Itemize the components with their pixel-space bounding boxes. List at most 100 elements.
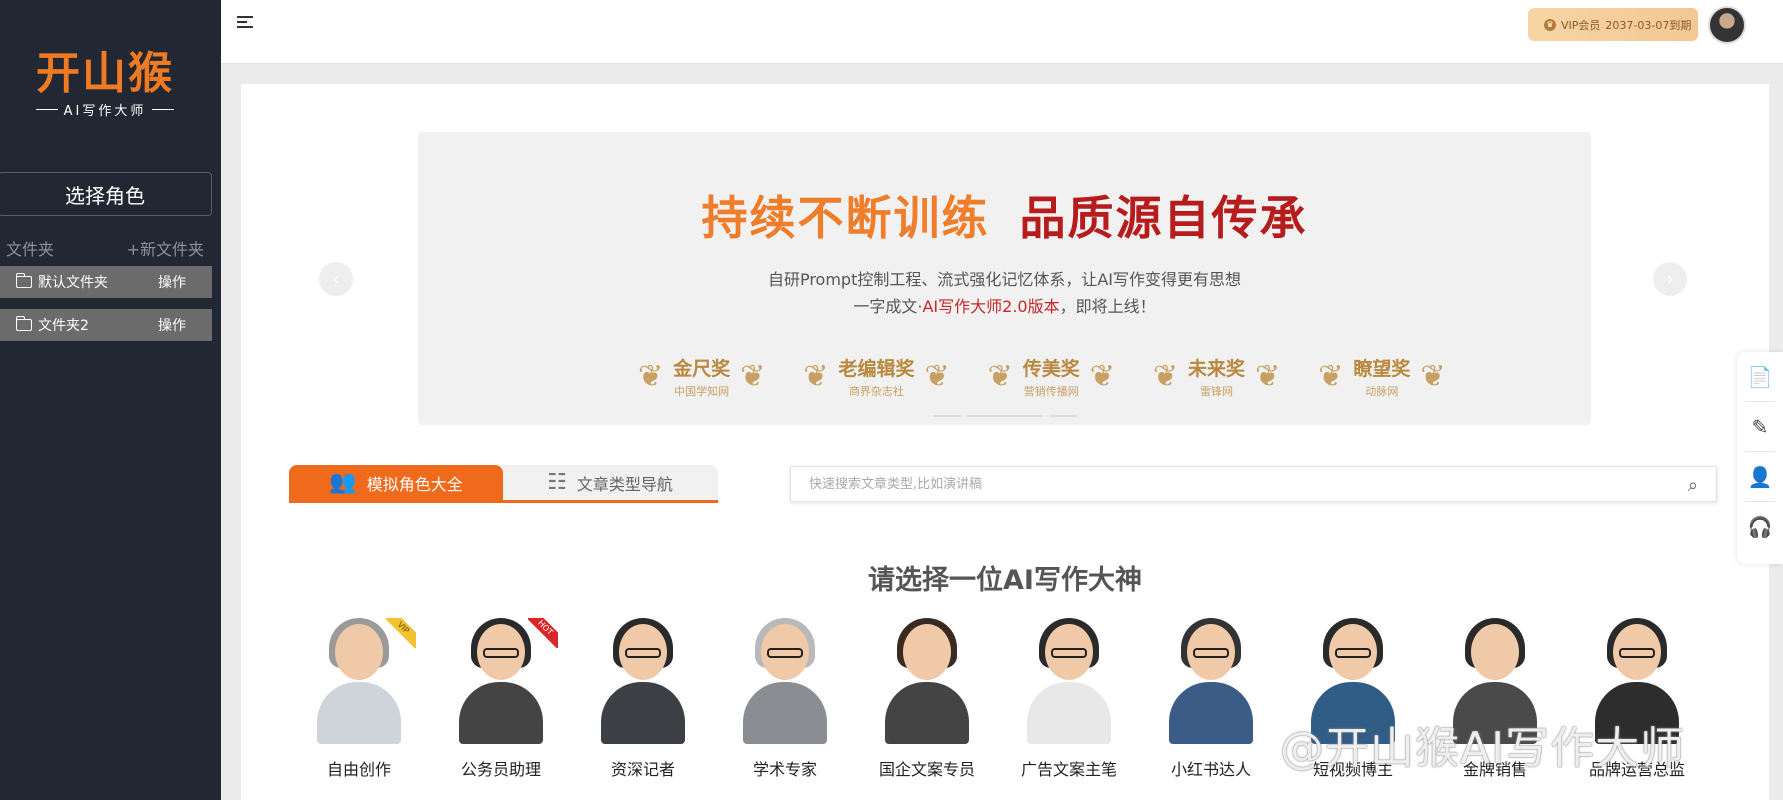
role-card[interactable]: 国企文案专员 (856, 618, 998, 780)
award-name: 老编辑奖 (838, 358, 915, 380)
vip-label: VIP会员 (1561, 18, 1601, 32)
award-name: 金尺奖 (673, 358, 731, 380)
banner-announcement: 一字成文·AI写作大师2.0版本，即将上线！ (418, 293, 1591, 317)
laurel-left-icon: ❦ (803, 358, 829, 394)
award-name: 传美奖 (1022, 358, 1080, 380)
promo-banner[interactable]: 持续不断训练 品质源自传承 自研Prompt控制工程、流式强化记忆体系，让AI写作… (418, 132, 1591, 425)
logo-divider (152, 109, 175, 110)
folder-item-default[interactable]: 默认文件夹 操作 (0, 266, 212, 298)
watermark: @开山猴AI写作大师 (1280, 723, 1686, 774)
laurel-right-icon: ❦ (1255, 358, 1281, 394)
folder-item-2[interactable]: 文件夹2 操作 (0, 309, 212, 341)
folder-icon (15, 316, 32, 331)
role-avatar (737, 618, 833, 744)
floating-toolbar: 📄 ✎ 👤 🎧 (1737, 352, 1783, 564)
laurel-left-icon: ❦ (1152, 358, 1179, 394)
banner-prev-arrow-icon[interactable]: ‹ (319, 262, 353, 296)
document-question-icon[interactable]: 📄 (1745, 352, 1775, 402)
search-input[interactable] (791, 467, 1631, 501)
role-card[interactable]: HOT 公务员助理 (430, 618, 572, 780)
laurel-right-icon: ❦ (1420, 358, 1446, 394)
award-source: 雷锋网 (1200, 385, 1234, 398)
role-avatar (879, 618, 975, 744)
laurel-left-icon: ❦ (1318, 358, 1344, 394)
folder-label: 文件夹 (6, 240, 55, 259)
search-box: ⌕ (790, 466, 1717, 502)
laurel-right-icon: ❦ (740, 358, 766, 394)
role-card[interactable]: 广告文案主笔 (998, 618, 1140, 780)
role-card[interactable]: 小红书达人 (1140, 618, 1282, 780)
banner-title-orange: 持续不断训练 (701, 191, 990, 245)
select-role-button[interactable]: 选择角色 (0, 172, 212, 216)
banner-announcement-suffix: ，即将上线！ (1059, 297, 1156, 316)
role-name: 广告文案主笔 (1020, 760, 1117, 779)
hot-ribbon: HOT (528, 618, 558, 648)
role-name: 资深记者 (610, 760, 675, 779)
users-icon: 👥 (329, 470, 357, 495)
tab-label: 模拟角色大全 (366, 474, 463, 494)
role-card[interactable]: VIP 自由创作 (288, 618, 430, 780)
logo-subtitle: AI写作大师 (0, 100, 210, 119)
award-item: ❦ 传美奖 营销传播网 ❦ (988, 354, 1115, 399)
vip-expiry: 2037-03-07到期 (1605, 18, 1692, 32)
award-item: ❦ 瞭望奖动脉网 ❦ (1318, 354, 1445, 399)
top-header: ♛ VIP会员 2037-03-07到期 (221, 0, 1783, 64)
sidebar: 开山猴 AI写作大师 选择角色 文件夹 +新文件夹 默认文件夹 操作 文件夹2 … (0, 0, 221, 800)
role-name: 小红书达人 (1170, 760, 1251, 779)
award-item: ❦ 金尺奖中国学知网 ❦ (638, 354, 765, 399)
awards-row: ❦ 金尺奖中国学知网 ❦ ❦ 老编辑奖商界杂志社 ❦ ❦ 传美奖营销传播网 ❦ … (638, 354, 1445, 399)
tab-label: 文章类型导航 (576, 474, 673, 494)
folder-name: 文件夹2 (38, 318, 89, 334)
role-card[interactable]: 资深记者 (572, 618, 714, 780)
folder-name: 默认文件夹 (38, 275, 108, 291)
vip-crown-icon: ♛ (1544, 18, 1556, 31)
laurel-left-icon: ❦ (987, 358, 1013, 394)
banner-announcement-prefix: 一字成文· (853, 297, 923, 316)
menu-toggle-icon[interactable] (237, 16, 253, 30)
laurel-right-icon: ❦ (924, 358, 950, 394)
award-source: 商界杂志社 (848, 385, 904, 398)
banner-description: 自研Prompt控制工程、流式强化记忆体系，让AI写作变得更有思想 (767, 270, 1242, 289)
section-title: 请选择一位AI写作大神 (868, 565, 1142, 596)
carousel-dot[interactable] (933, 415, 961, 417)
award-item: ❦ 老编辑奖商界杂志社 ❦ (803, 354, 949, 399)
edit-icon[interactable]: ✎ (1745, 402, 1775, 452)
award-source: 营销传播网 (1023, 385, 1079, 398)
banner-title-red: 品质源自传承 (1019, 191, 1308, 245)
role-avatar (595, 618, 691, 744)
carousel-dot[interactable] (1049, 415, 1077, 417)
folder-actions-button[interactable]: 操作 (158, 272, 186, 292)
tab-article-types[interactable]: ☷ 文章类型导航 (503, 465, 717, 500)
headset-icon[interactable]: 🎧 (1745, 502, 1775, 552)
banner-next-arrow-icon[interactable]: › (1653, 262, 1687, 296)
laurel-left-icon: ❦ (638, 358, 664, 394)
folder-icon (15, 273, 32, 288)
list-grid-icon: ☷ (547, 470, 567, 495)
logo-divider (35, 109, 58, 110)
folder-actions-button[interactable]: 操作 (158, 315, 186, 335)
role-avatar (1021, 618, 1117, 744)
role-name: 自由创作 (326, 760, 391, 779)
new-folder-button[interactable]: +新文件夹 (127, 236, 204, 260)
role-name: 国企文案专员 (878, 760, 975, 779)
award-source: 动脉网 (1365, 385, 1399, 398)
carousel-dot-active[interactable] (967, 415, 1043, 417)
award-name: 瞭望奖 (1353, 358, 1411, 380)
award-name: 未来奖 (1188, 358, 1246, 380)
vip-badge[interactable]: ♛ VIP会员 2037-03-07到期 (1528, 8, 1698, 41)
search-icon[interactable]: ⌕ (1688, 475, 1698, 496)
logo-subtitle-text: AI写作大师 (63, 104, 147, 119)
user-avatar[interactable] (1708, 6, 1746, 44)
app-logo[interactable]: 开山猴 AI写作大师 (0, 48, 210, 119)
award-item: ❦ 未来奖雷锋网 ❦ (1153, 354, 1280, 399)
users-icon[interactable]: 👤 (1745, 452, 1775, 502)
banner-announcement-highlight: AI写作大师2.0版本 (922, 297, 1060, 316)
role-name: 学术专家 (752, 760, 817, 779)
banner-title: 持续不断训练 品质源自传承 (418, 182, 1591, 248)
tab-role-library[interactable]: 👥 模拟角色大全 (289, 465, 503, 500)
role-avatar (1163, 618, 1259, 744)
vip-ribbon: VIP (386, 618, 416, 648)
award-source: 中国学知网 (674, 385, 730, 398)
carousel-indicators (933, 415, 1077, 417)
role-card[interactable]: 学术专家 (714, 618, 856, 780)
